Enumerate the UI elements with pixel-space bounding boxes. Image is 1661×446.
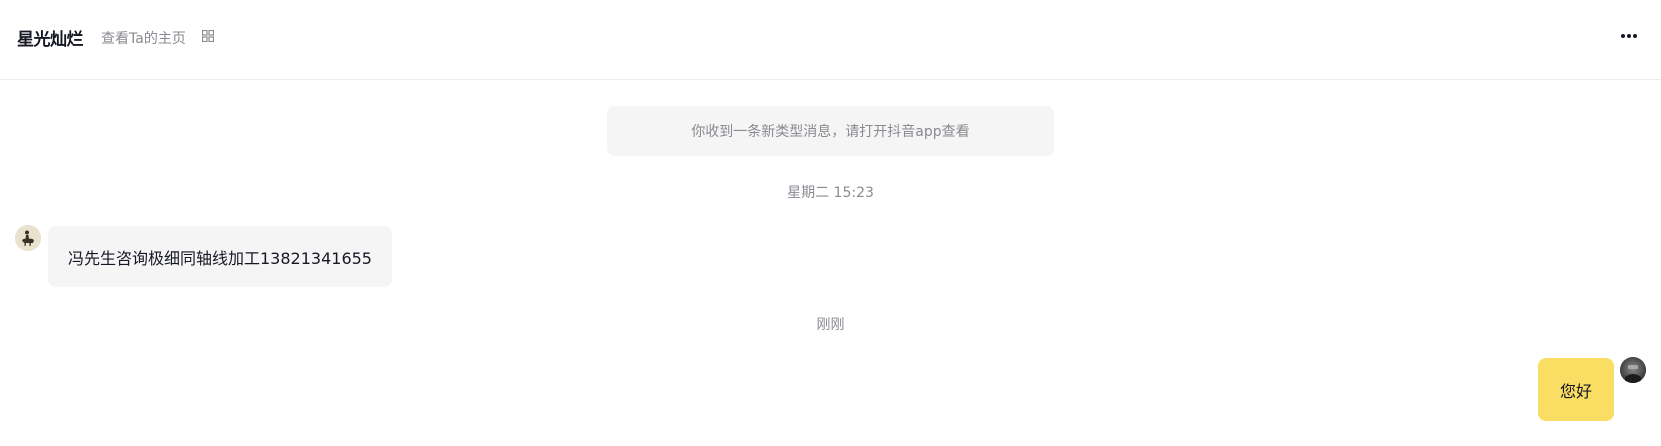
contact-name: 星光灿烂 [17,30,84,50]
view-profile-link[interactable]: 查看Ta的主页 [101,28,186,48]
contact-avatar[interactable] [15,225,41,251]
contact-avatar-image [15,225,41,251]
outgoing-message-bubble: 您好 [1538,358,1614,421]
more-options-button[interactable] [1616,26,1642,46]
user-avatar-image [1620,357,1646,383]
qr-code-icon[interactable] [202,30,214,42]
chat-header: 星光灿烂 查看Ta的主页 [0,0,1661,80]
user-avatar[interactable] [1620,357,1646,383]
message-timestamp: 刚刚 [816,317,845,333]
more-dots-icon [1621,34,1637,38]
message-timestamp: 星期二 15:23 [787,185,874,201]
system-notice: 你收到一条新类型消息，请打开抖音app查看 [607,106,1054,156]
incoming-message-bubble: 冯先生咨询极细同轴线加工13821341655 [48,226,392,287]
